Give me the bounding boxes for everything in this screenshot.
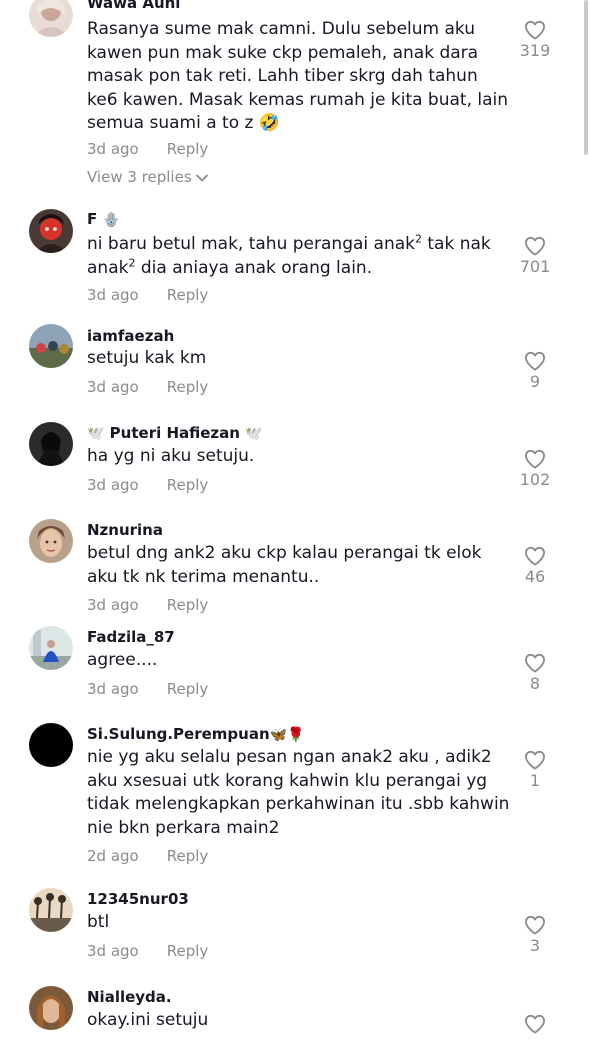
- like-count: 1: [529, 771, 541, 790]
- like-count: 701: [519, 257, 551, 276]
- comment-text: betul dng ank2 aku ckp kalau perangai tk…: [87, 543, 482, 587]
- like-button[interactable]: 1: [510, 750, 560, 790]
- reply-button[interactable]: Reply: [167, 942, 209, 960]
- like-button[interactable]: 9: [510, 351, 560, 391]
- reply-button[interactable]: Reply: [167, 847, 209, 865]
- avatar[interactable]: [29, 209, 73, 253]
- like-count: 8: [529, 674, 541, 693]
- comment-username[interactable]: Nznurina: [87, 520, 163, 540]
- comment-meta: 3d ago Reply: [87, 596, 208, 614]
- comment-text: btl: [87, 912, 110, 932]
- like-button[interactable]: 3: [510, 915, 560, 955]
- comment-text: ni baru betul mak, tahu perangai anak2 t…: [87, 232, 491, 278]
- view-replies-label: View 3 replies: [87, 168, 192, 186]
- like-button[interactable]: [510, 1014, 560, 1034]
- comment-username[interactable]: Fadzila_87: [87, 627, 175, 647]
- comment-time: 3d ago: [87, 476, 139, 494]
- heart-outline-icon: [525, 653, 545, 673]
- comment-time: 3d ago: [87, 596, 139, 614]
- comment-time: 3d ago: [87, 140, 139, 158]
- heart-outline-icon: [525, 20, 545, 40]
- like-button[interactable]: 319: [510, 20, 560, 60]
- heart-outline-icon: [525, 1014, 545, 1034]
- comment-time: 2d ago: [87, 847, 139, 865]
- reply-button[interactable]: Reply: [167, 378, 209, 396]
- like-count: 46: [524, 567, 546, 586]
- comment-meta: 3d ago Reply: [87, 476, 208, 494]
- comment-username[interactable]: Si.Sulung.Perempuan🦋🌹: [87, 724, 305, 745]
- avatar[interactable]: [29, 986, 73, 1030]
- avatar[interactable]: [29, 723, 73, 767]
- comment-username[interactable]: 🕊️ Puteri Hafiezan 🕊️: [87, 423, 263, 444]
- comment-text: Rasanya sume mak camni. Dulu sebelum aku…: [87, 19, 509, 133]
- heart-outline-icon: [525, 236, 545, 256]
- avatar[interactable]: [29, 422, 73, 466]
- comment-text: ha yg ni aku setuju.: [87, 446, 255, 466]
- heart-outline-icon: [525, 750, 545, 770]
- comment-meta: 3d ago Reply: [87, 680, 208, 698]
- heart-outline-icon: [525, 351, 545, 371]
- comment-time: 3d ago: [87, 286, 139, 304]
- reply-button[interactable]: Reply: [167, 680, 209, 698]
- hamsa-emoji: 🪬: [102, 212, 120, 228]
- scrollbar[interactable]: [584, 0, 588, 155]
- comment-username[interactable]: 12345nur03: [87, 889, 189, 909]
- avatar[interactable]: [29, 888, 73, 932]
- comment-time: 3d ago: [87, 942, 139, 960]
- comment-meta: 3d ago Reply: [87, 378, 208, 396]
- avatar[interactable]: [29, 324, 73, 368]
- heart-outline-icon: [525, 449, 545, 469]
- heart-outline-icon: [525, 546, 545, 566]
- butterfly-rose-emoji: 🦋🌹: [269, 727, 305, 743]
- comment-time: 3d ago: [87, 378, 139, 396]
- comment-text: nie yg aku selalu pesan ngan anak2 aku ,…: [87, 747, 510, 838]
- comment-username[interactable]: F 🪬: [87, 209, 120, 230]
- comment-meta: 3d ago Reply: [87, 286, 208, 304]
- comment-text: agree....: [87, 650, 158, 670]
- reply-button[interactable]: Reply: [167, 596, 209, 614]
- like-button[interactable]: 102: [510, 449, 560, 489]
- like-count: 319: [519, 41, 551, 60]
- avatar[interactable]: [29, 0, 73, 37]
- like-button[interactable]: 8: [510, 653, 560, 693]
- avatar[interactable]: [29, 626, 73, 670]
- comment-list[interactable]: Wawa Auni Rasanya sume mak camni. Dulu s…: [0, 0, 590, 1040]
- like-button[interactable]: 701: [510, 236, 560, 276]
- reply-button[interactable]: Reply: [167, 140, 209, 158]
- comment-meta: 2d ago Reply: [87, 847, 208, 865]
- comment-username[interactable]: Nialleyda.: [87, 987, 172, 1007]
- reply-button[interactable]: Reply: [167, 476, 209, 494]
- comment-meta: 3d ago Reply: [87, 140, 208, 158]
- dove-emoji: 🕊️: [245, 426, 263, 442]
- comment-username[interactable]: Wawa Auni: [87, 0, 180, 13]
- dove-emoji: 🕊️: [87, 426, 105, 442]
- comment-meta: 3d ago Reply: [87, 942, 208, 960]
- like-count: 9: [529, 372, 541, 391]
- comment-time: 3d ago: [87, 680, 139, 698]
- avatar[interactable]: [29, 519, 73, 563]
- heart-outline-icon: [525, 915, 545, 935]
- like-count: 102: [519, 470, 551, 489]
- comment-text: okay.ini setuju: [87, 1010, 209, 1030]
- comment-text: setuju kak km: [87, 348, 207, 368]
- chevron-down-icon: [195, 174, 208, 181]
- reply-button[interactable]: Reply: [167, 286, 209, 304]
- view-replies-button[interactable]: View 3 replies: [87, 168, 208, 186]
- like-button[interactable]: 46: [510, 546, 560, 586]
- comment-username[interactable]: iamfaezah: [87, 326, 174, 346]
- like-count: 3: [529, 936, 541, 955]
